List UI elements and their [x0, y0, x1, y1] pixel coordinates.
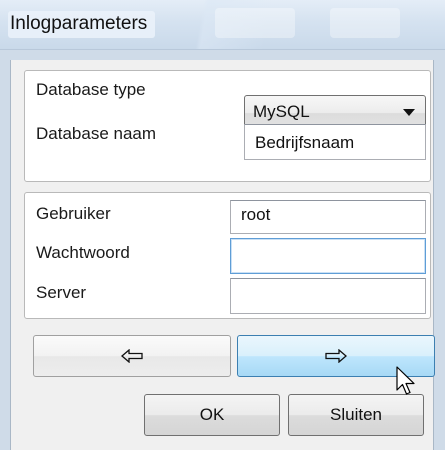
- right-arrow-icon: [325, 349, 347, 363]
- server-field[interactable]: [230, 278, 426, 314]
- previous-button[interactable]: [33, 335, 231, 377]
- ok-button[interactable]: OK: [144, 394, 280, 436]
- user-label: Gebruiker: [36, 204, 111, 223]
- title-bar[interactable]: Inlogparameters: [0, 0, 445, 50]
- database-type-label: Database type: [36, 80, 146, 99]
- title-bar-glass: [215, 8, 295, 38]
- title-bar-glass: [330, 8, 400, 38]
- password-field[interactable]: [230, 238, 426, 274]
- chevron-down-icon: [403, 109, 415, 116]
- close-button[interactable]: Sluiten: [288, 394, 424, 436]
- password-label: Wachtwoord: [36, 243, 130, 262]
- database-name-label: Database naam: [36, 124, 157, 143]
- server-label: Server: [36, 283, 87, 302]
- window-title: Inlogparameters: [8, 11, 156, 38]
- mouse-cursor-icon: [396, 366, 415, 395]
- user-field[interactable]: root: [230, 200, 426, 234]
- left-arrow-icon: [121, 349, 143, 363]
- database-type-value: MySQL: [253, 102, 310, 121]
- database-name-field[interactable]: Bedrijfsnaam: [244, 124, 426, 160]
